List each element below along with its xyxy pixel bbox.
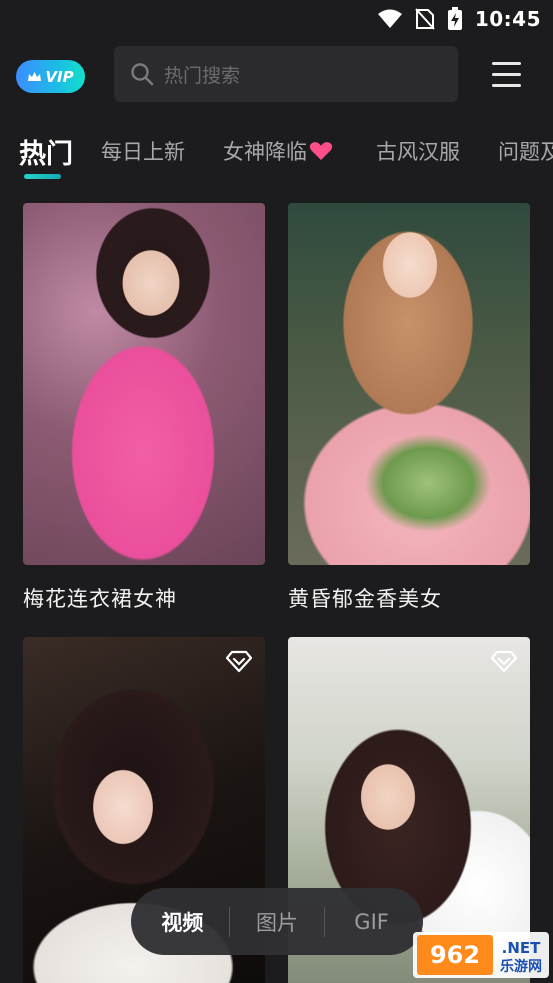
tab-question[interactable]: 问题及 <box>498 136 553 166</box>
svg-text:962: 962 <box>430 941 480 969</box>
svg-text:乐游网: 乐游网 <box>500 958 542 975</box>
divider <box>229 906 231 937</box>
heart-icon <box>309 142 333 160</box>
card-title: 黄昏郁金香美女 <box>288 587 442 611</box>
card-image[interactable] <box>23 203 265 565</box>
divider <box>323 906 325 937</box>
image-card[interactable]: 梅花连衣裙女神 <box>23 203 265 613</box>
search-icon <box>131 63 154 86</box>
tab-hot[interactable]: 热门 <box>19 132 73 171</box>
no-sim-icon <box>415 8 435 30</box>
status-time: 10:45 <box>474 7 541 31</box>
menu-icon[interactable] <box>492 62 521 87</box>
wifi-icon <box>377 9 402 28</box>
search-placeholder: 热门搜索 <box>164 64 241 87</box>
image-card[interactable]: 黄昏郁金香美女 <box>288 203 530 613</box>
diamond-icon <box>490 650 518 673</box>
vip-label: VIP <box>45 67 74 86</box>
search-input[interactable]: 热门搜索 <box>114 46 458 102</box>
category-tabs: 热门 每日上新 女神降临 古风汉服 问题及 <box>0 128 553 182</box>
status-icons: 10:45 <box>377 6 541 32</box>
tab-ancient-style[interactable]: 古风汉服 <box>376 136 460 166</box>
status-bar: 10:45 <box>0 0 553 40</box>
tab-goddess[interactable]: 女神降临 <box>223 136 333 166</box>
switch-image[interactable]: 图片 <box>237 907 317 937</box>
tab-daily-new[interactable]: 每日上新 <box>101 136 185 166</box>
card-title: 梅花连衣裙女神 <box>23 587 177 611</box>
switch-gif[interactable]: GIF <box>332 910 412 934</box>
header: VIP 热门搜索 <box>0 46 553 102</box>
media-type-switch: 视频 图片 GIF <box>131 888 423 955</box>
app-screen: 10:45 VIP 热门搜索 热门 每日上新 女神降临 古风汉服 问题及 梅花连… <box>0 0 553 983</box>
battery-charging-icon <box>447 7 462 30</box>
watermark-logo: 962 .NET 乐游网 <box>413 932 549 978</box>
diamond-icon <box>225 650 253 673</box>
crown-icon <box>28 71 42 81</box>
switch-video[interactable]: 视频 <box>142 907 222 937</box>
tab-goddess-label: 女神降临 <box>223 140 307 164</box>
svg-text:.NET: .NET <box>502 939 541 957</box>
vip-button[interactable]: VIP <box>16 60 85 93</box>
active-tab-indicator <box>24 174 61 179</box>
card-image[interactable] <box>288 203 530 565</box>
